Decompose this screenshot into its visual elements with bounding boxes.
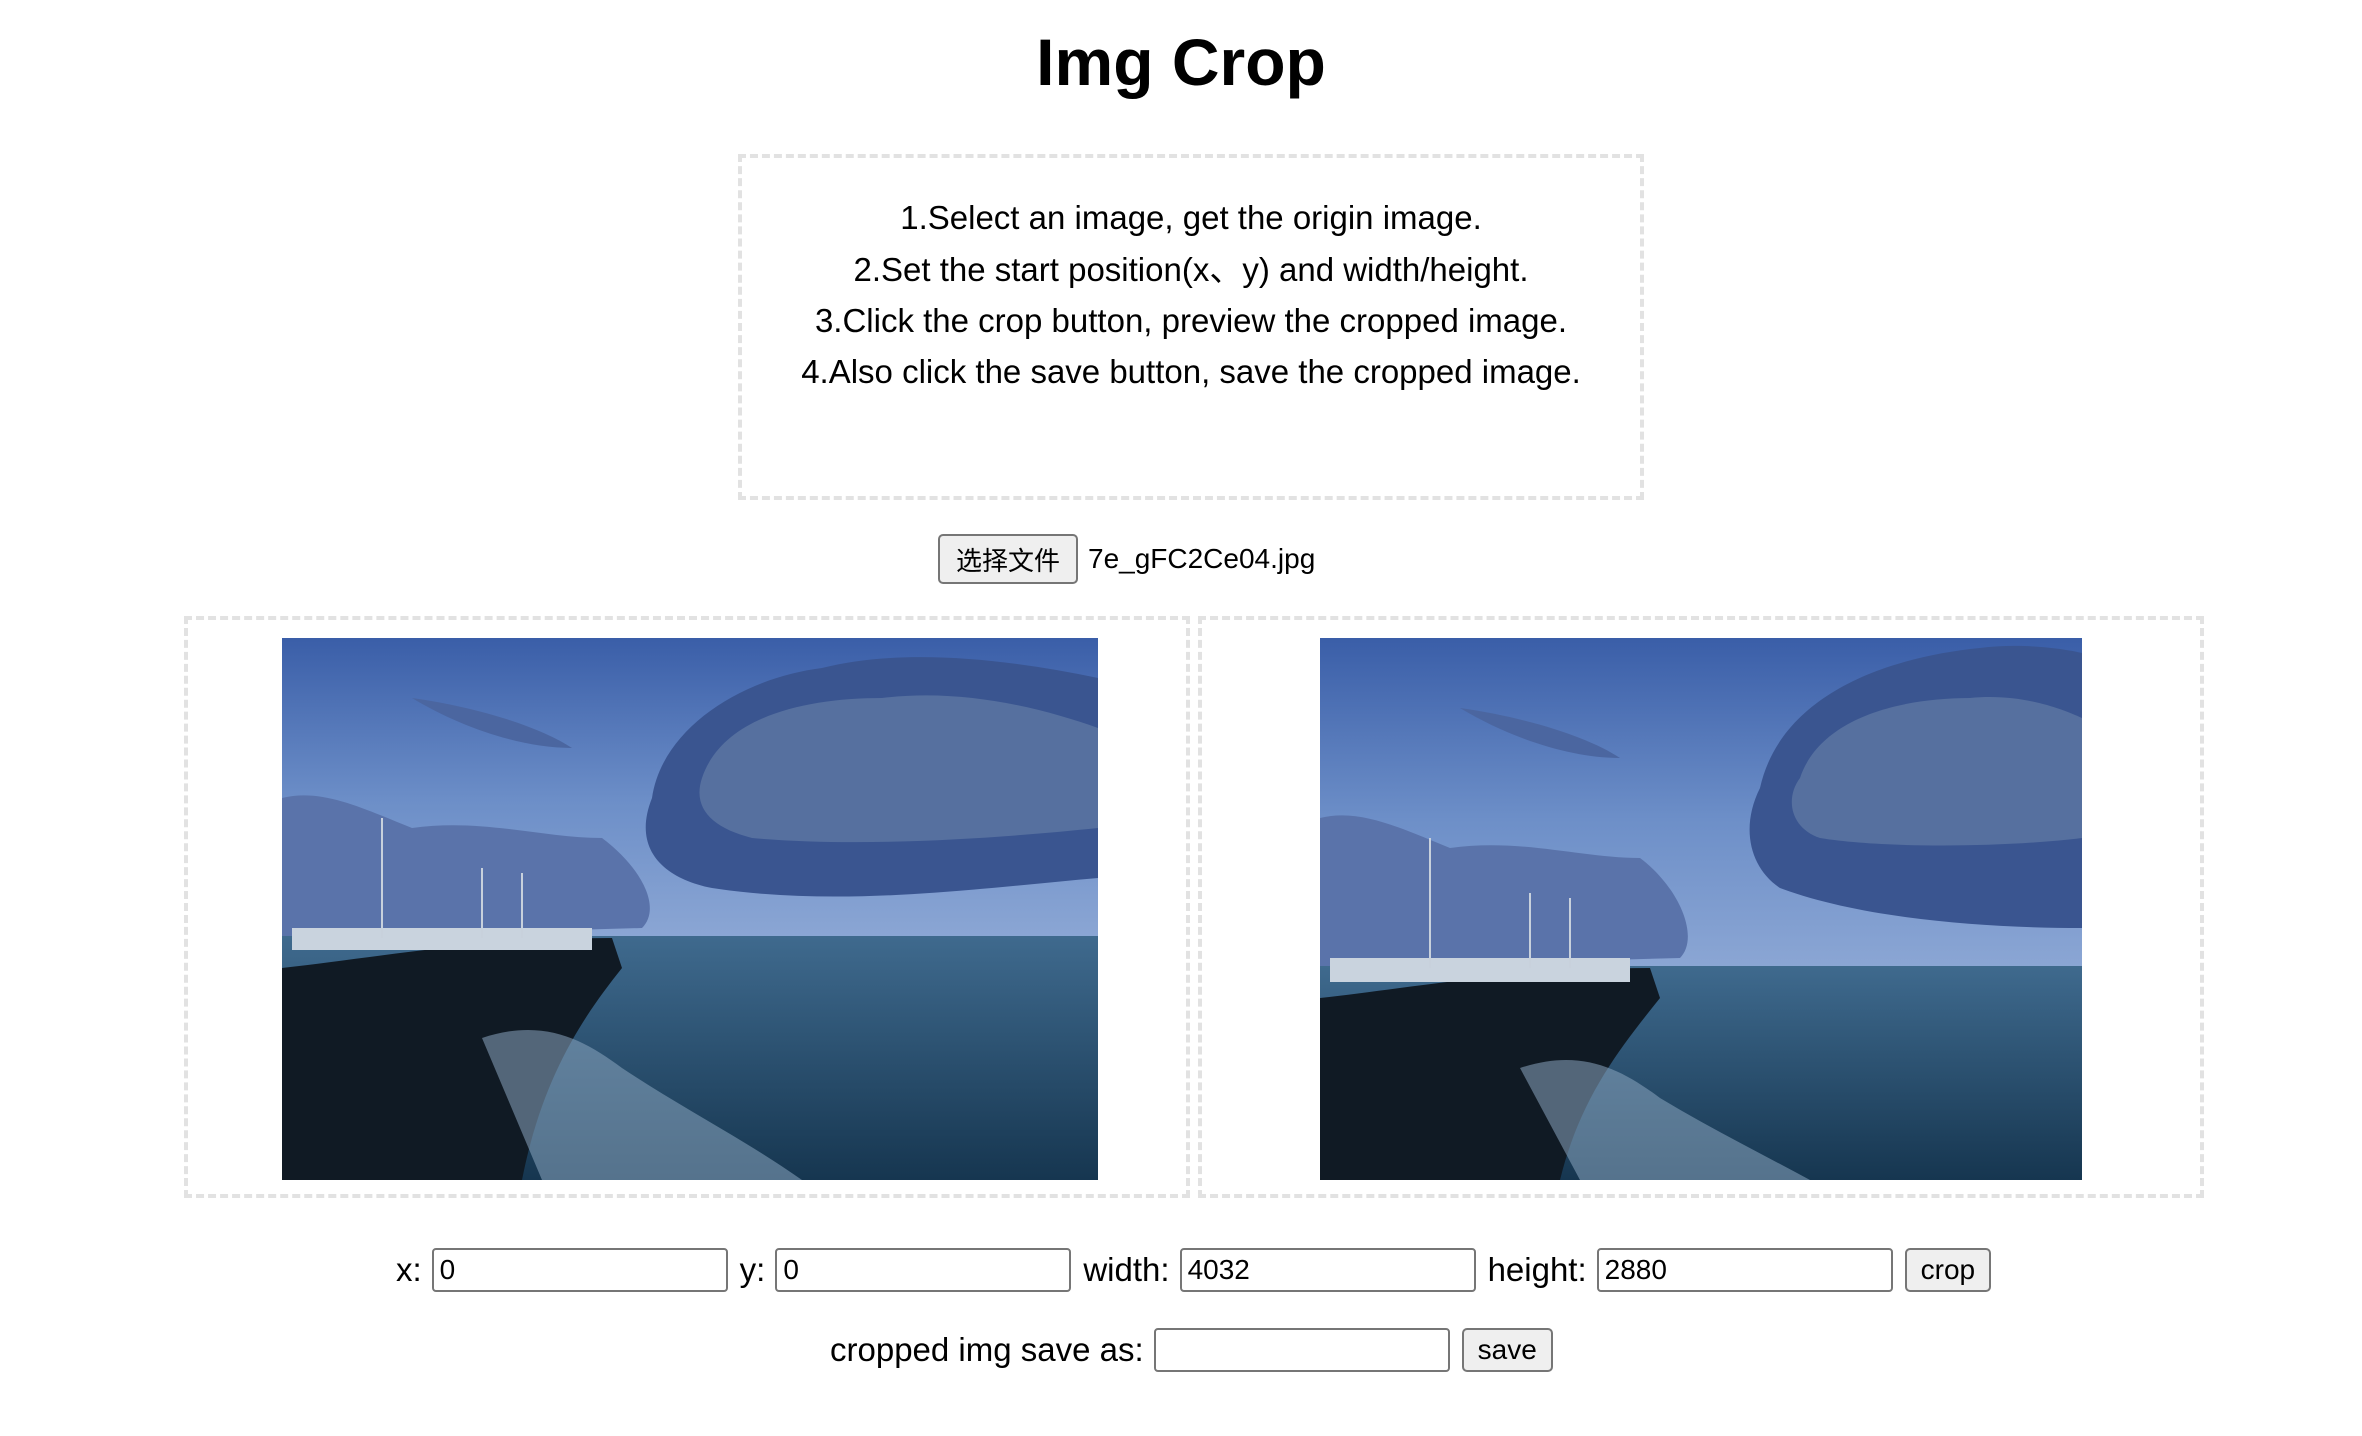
save-filename-input[interactable] — [1153, 1328, 1450, 1372]
instruction-step-2: 2.Set the start position(x、y) and width/… — [853, 251, 1529, 288]
save-controls: cropped img save as: save — [830, 1328, 1553, 1372]
origin-image — [282, 638, 1098, 1180]
origin-image-panel — [184, 616, 1190, 1198]
x-input[interactable] — [431, 1248, 728, 1292]
preview-image-panel — [1198, 616, 2204, 1198]
crop-button[interactable]: crop — [1904, 1248, 1992, 1292]
instructions-box: 1.Select an image, get the origin image.… — [738, 154, 1644, 500]
width-label: width: — [1083, 1251, 1170, 1288]
file-picker: 选择文件 7e_gFC2Ce04.jpg — [938, 534, 1315, 584]
crop-controls: x: y: width: height: crop — [396, 1248, 1992, 1292]
save-button[interactable]: save — [1461, 1328, 1553, 1372]
height-label: height: — [1487, 1251, 1587, 1288]
instruction-step-3: 3.Click the crop button, preview the cro… — [814, 302, 1568, 339]
instruction-step-4: 4.Also click the save button, save the c… — [801, 353, 1581, 390]
x-label: x: — [396, 1251, 422, 1288]
height-input[interactable] — [1596, 1248, 1893, 1292]
width-input[interactable] — [1179, 1248, 1476, 1292]
selected-file-name: 7e_gFC2Ce04.jpg — [1088, 543, 1316, 574]
image-photo-icon — [282, 638, 1098, 1180]
image-photo-icon — [1320, 638, 2082, 1180]
save-as-label: cropped img save as: — [830, 1331, 1144, 1368]
instruction-step-1: 1.Select an image, get the origin image. — [900, 199, 1482, 236]
choose-file-button[interactable]: 选择文件 — [938, 534, 1078, 584]
page-title: Img Crop — [1036, 25, 1326, 99]
preview-image — [1320, 638, 2082, 1180]
y-label: y: — [739, 1251, 766, 1288]
y-input[interactable] — [775, 1248, 1072, 1292]
